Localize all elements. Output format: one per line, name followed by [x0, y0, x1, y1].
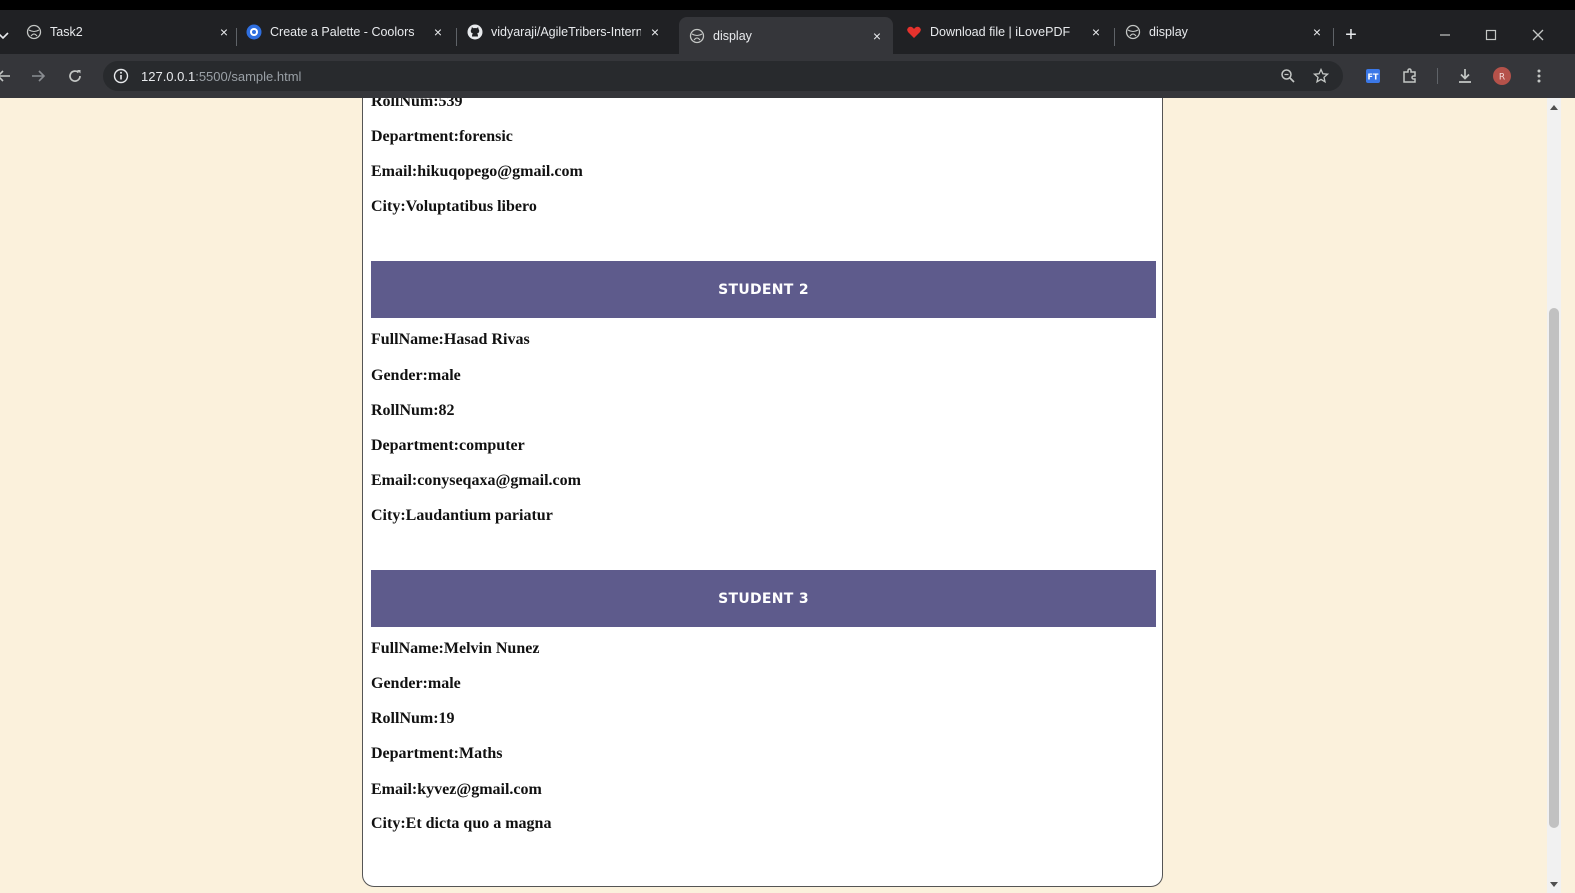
new-tab-button[interactable]: +: [1339, 23, 1363, 47]
tab-search-icon[interactable]: [0, 25, 10, 45]
window-close-button[interactable]: [1523, 23, 1553, 47]
student-2-city: City:Laudantium pariatur: [371, 507, 553, 524]
student-3-city: City:Et dicta quo a magna: [371, 815, 552, 832]
student-3-rollnum: RollNum:19: [371, 710, 455, 727]
student-1-department: Department:forensic: [371, 128, 513, 145]
student-2-department: Department:computer: [371, 437, 525, 454]
globe-icon: [689, 28, 705, 44]
url-host: 127.0.0.1: [141, 68, 196, 84]
toolbar-separator: [1437, 68, 1438, 84]
coolors-icon: [246, 24, 262, 40]
student-2-fullname: FullName:Hasad Rivas: [371, 331, 530, 348]
menu-kebab-icon[interactable]: [1527, 64, 1551, 88]
scroll-down-arrow-icon[interactable]: [1547, 877, 1561, 893]
url-text: 127.0.0.1:5500/sample.html: [141, 69, 301, 84]
url-path: :5500/sample.html: [195, 68, 302, 84]
tab-close-icon[interactable]: ×: [1088, 24, 1104, 40]
student-1-city: City:Voluptatibus libero: [371, 198, 537, 215]
tab-task2[interactable]: Task2 ×: [26, 16, 232, 48]
tab-display[interactable]: display ×: [1125, 16, 1325, 48]
address-bar[interactable]: 127.0.0.1:5500/sample.html: [103, 61, 1343, 91]
tab-title: display: [1149, 25, 1188, 39]
tab-separator: [456, 28, 457, 46]
zoom-icon[interactable]: [1276, 64, 1300, 88]
tab-close-icon[interactable]: ×: [647, 24, 663, 40]
student-2-header: STUDENT 2: [371, 261, 1156, 318]
students-card: RollNum:539 Department:forensic Email:hi…: [362, 98, 1163, 887]
scroll-up-arrow-icon[interactable]: [1547, 98, 1561, 116]
forward-icon[interactable]: [26, 64, 50, 88]
student-2-rollnum: RollNum:82: [371, 402, 455, 419]
back-icon[interactable]: [0, 64, 16, 88]
student-1-email: Email:hikuqopego@gmail.com: [371, 163, 583, 180]
tab-coolors[interactable]: Create a Palette - Coolors ×: [246, 16, 446, 48]
page-viewport: RollNum:539 Department:forensic Email:hi…: [0, 98, 1547, 893]
tab-separator: [1114, 28, 1115, 46]
tab-display-active[interactable]: display ×: [679, 17, 893, 54]
window-top-strip: [0, 0, 1575, 10]
globe-icon: [1125, 24, 1141, 40]
page-right-edge: [1561, 98, 1575, 893]
profile-avatar[interactable]: R: [1490, 64, 1514, 88]
tab-title: display: [713, 28, 752, 43]
minimize-button[interactable]: [1430, 23, 1460, 47]
tab-bar: Task2 × Create a Palette - Coolors × vid…: [0, 10, 1575, 54]
student-3-header: STUDENT 3: [371, 570, 1156, 627]
extension-label: FT: [1368, 73, 1379, 82]
tab-separator: [1333, 28, 1334, 46]
student-3-fullname: FullName:Melvin Nunez: [371, 640, 540, 657]
heart-icon: [906, 24, 922, 40]
avatar-letter: R: [1499, 73, 1505, 83]
tab-close-icon[interactable]: ×: [869, 28, 885, 44]
page-scrollbar-thumb[interactable]: [1549, 308, 1559, 828]
student-3-email: Email:kyvez@gmail.com: [371, 781, 542, 798]
student-3-gender: Gender:male: [371, 675, 461, 692]
bookmark-star-icon[interactable]: [1309, 64, 1333, 88]
github-icon: [467, 24, 483, 40]
student-2-email: Email:conyseqaxa@gmail.com: [371, 472, 581, 489]
browser-toolbar: 127.0.0.1:5500/sample.html FT R: [0, 54, 1575, 98]
maximize-button[interactable]: [1476, 23, 1506, 47]
tab-separator: [236, 28, 237, 46]
student-1-rollnum: RollNum:539: [371, 98, 463, 110]
tab-ilovepdf[interactable]: Download file | iLovePDF ×: [906, 16, 1104, 48]
tab-title: vidyaraji/AgileTribers-Intern: [491, 25, 641, 39]
extension-icon[interactable]: FT: [1361, 64, 1385, 88]
tab-close-icon[interactable]: ×: [216, 24, 232, 40]
tab-title: Download file | iLovePDF: [930, 25, 1071, 39]
tab-github[interactable]: vidyaraji/AgileTribers-Intern ×: [467, 16, 667, 48]
globe-icon: [26, 24, 42, 40]
site-info-icon[interactable]: [113, 68, 129, 84]
tab-close-icon[interactable]: ×: [430, 24, 446, 40]
reload-icon[interactable]: [63, 64, 87, 88]
tab-close-icon[interactable]: ×: [1309, 24, 1325, 40]
student-2-gender: Gender:male: [371, 367, 461, 384]
tab-title: Create a Palette - Coolors: [270, 25, 415, 39]
extensions-puzzle-icon[interactable]: [1398, 64, 1422, 88]
student-3-department: Department:Maths: [371, 745, 503, 762]
tab-title: Task2: [50, 25, 83, 39]
download-icon[interactable]: [1453, 64, 1477, 88]
